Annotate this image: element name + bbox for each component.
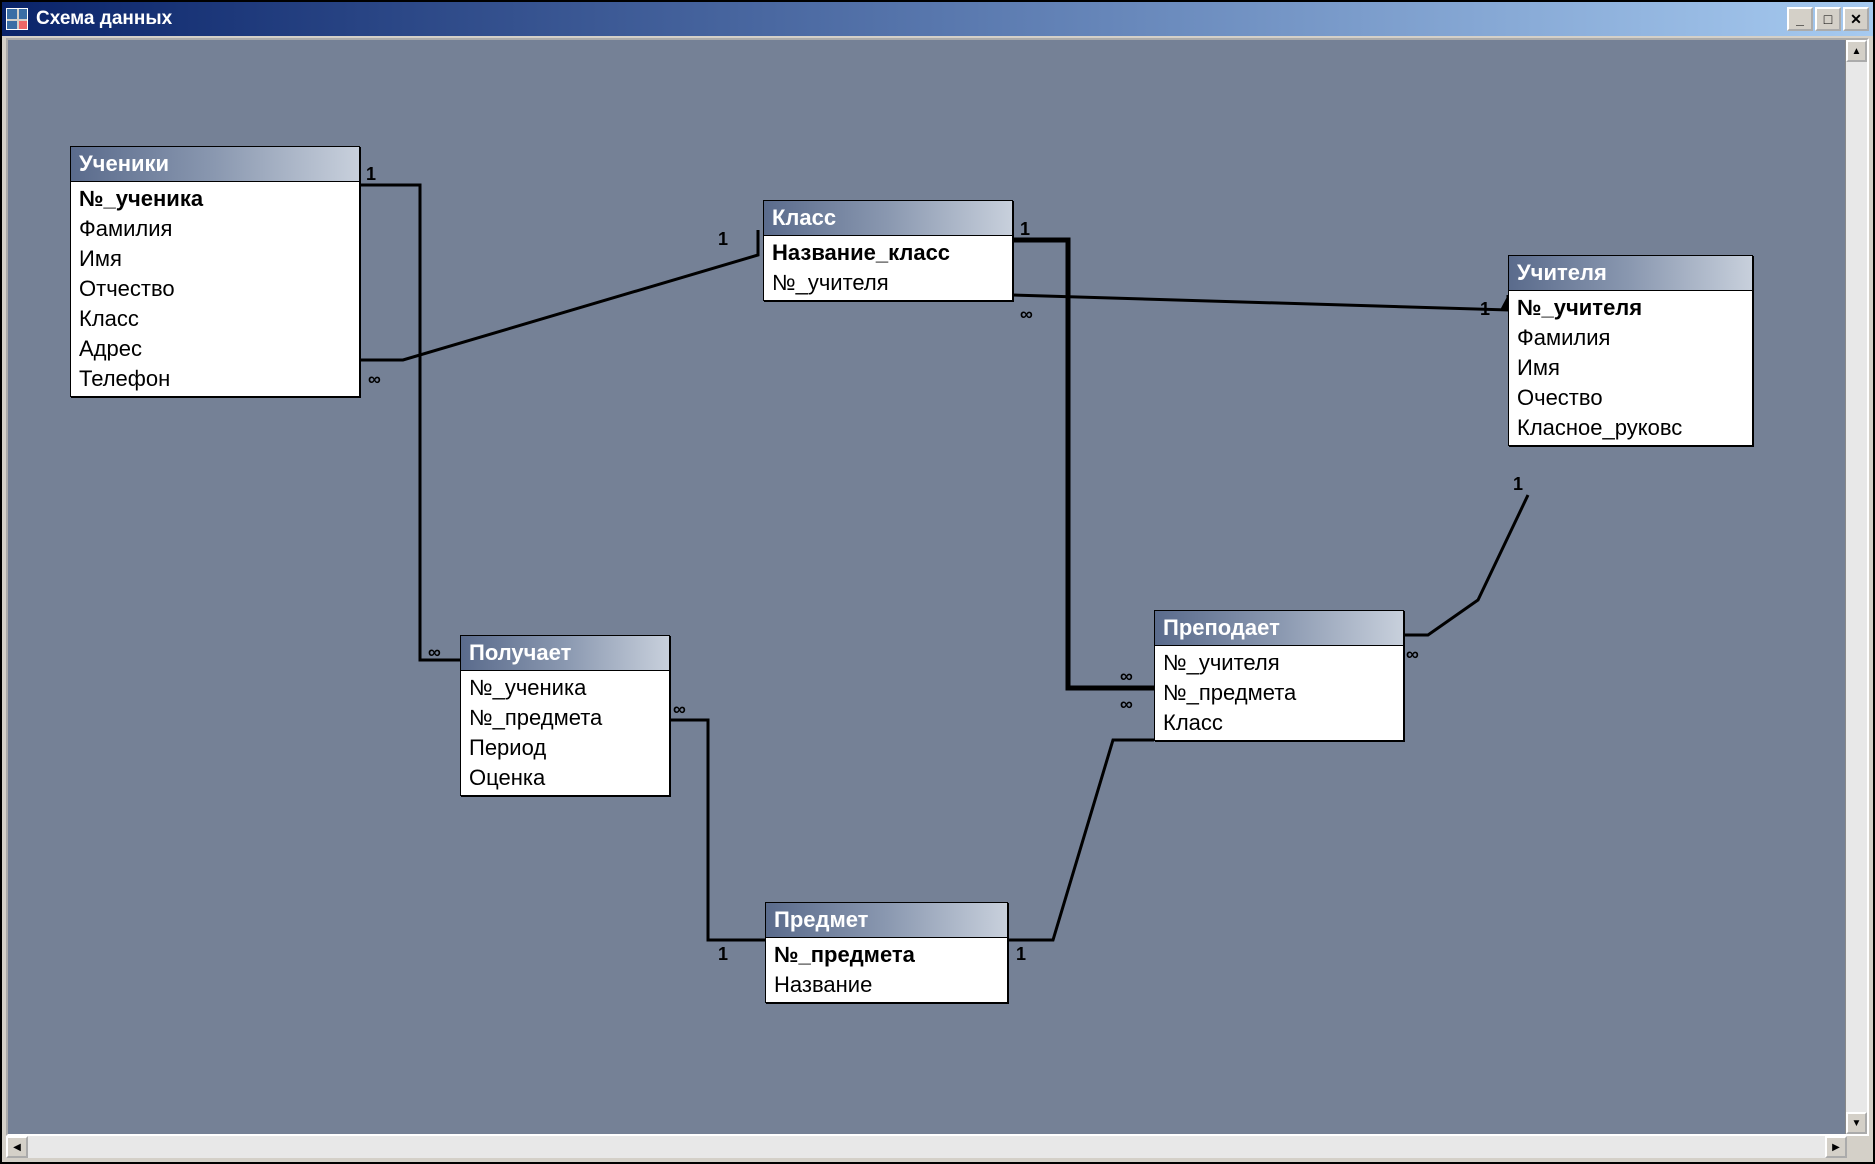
field[interactable]: №_предмета [766, 940, 1007, 970]
svg-text:1: 1 [1016, 944, 1026, 964]
field[interactable]: Название [766, 970, 1007, 1000]
field[interactable]: №_учителя [1155, 648, 1403, 678]
table-title[interactable]: Предмет [766, 903, 1007, 938]
field[interactable]: Имя [71, 244, 359, 274]
field[interactable]: №_учителя [764, 268, 1012, 298]
table-fields: Название_класс №_учителя [764, 236, 1012, 300]
svg-text:1: 1 [1480, 299, 1490, 319]
svg-text:∞: ∞ [1406, 644, 1419, 664]
table-receives[interactable]: Получает №_ученика №_предмета Период Оце… [460, 635, 670, 796]
titlebar[interactable]: Схема данных _ □ ✕ [2, 2, 1873, 36]
scroll-left-icon[interactable]: ◀ [6, 1136, 28, 1158]
scroll-corner [1847, 1136, 1869, 1158]
field[interactable]: Отчество [71, 274, 359, 304]
svg-text:∞: ∞ [1120, 666, 1133, 686]
svg-text:1: 1 [718, 944, 728, 964]
table-students[interactable]: Ученики №_ученика Фамилия Имя Отчество К… [70, 146, 360, 397]
field[interactable]: №_предмета [461, 703, 669, 733]
field[interactable]: Класс [71, 304, 359, 334]
table-title[interactable]: Получает [461, 636, 669, 671]
svg-text:∞: ∞ [368, 369, 381, 389]
scroll-track[interactable] [28, 1136, 1825, 1158]
table-class[interactable]: Класс Название_класс №_учителя [763, 200, 1013, 301]
minimize-button[interactable]: _ [1787, 7, 1813, 31]
horizontal-scrollbar[interactable]: ◀ ▶ [6, 1136, 1869, 1158]
field[interactable]: Период [461, 733, 669, 763]
table-teaches[interactable]: Преподает №_учителя №_предмета Класс [1154, 610, 1404, 741]
table-fields: №_предмета Название [766, 938, 1007, 1002]
vertical-scrollbar[interactable]: ▲ ▼ [1845, 40, 1867, 1134]
svg-text:∞: ∞ [1020, 304, 1033, 324]
svg-text:∞: ∞ [428, 642, 441, 662]
app-icon [6, 8, 28, 30]
table-subject[interactable]: Предмет №_предмета Название [765, 902, 1008, 1003]
close-button[interactable]: ✕ [1843, 7, 1869, 31]
field[interactable]: №_ученика [461, 673, 669, 703]
field[interactable]: Класное_руковс [1509, 413, 1752, 443]
field[interactable]: Класс [1155, 708, 1403, 738]
field[interactable]: Фамилия [1509, 323, 1752, 353]
field[interactable]: №_учителя [1509, 293, 1752, 323]
table-fields: №_ученика №_предмета Период Оценка [461, 671, 669, 795]
scroll-up-icon[interactable]: ▲ [1846, 40, 1867, 62]
maximize-button[interactable]: □ [1815, 7, 1841, 31]
scroll-down-icon[interactable]: ▼ [1846, 1112, 1867, 1134]
diagram-canvas-wrap: 1 ∞ ∞ 1 ∞ 1 1 ∞ ∞ 1 ∞ [6, 38, 1869, 1136]
table-title[interactable]: Класс [764, 201, 1012, 236]
svg-text:1: 1 [1020, 219, 1030, 239]
svg-text:1: 1 [1513, 474, 1523, 494]
field[interactable]: Оценка [461, 763, 669, 793]
svg-text:1: 1 [366, 164, 376, 184]
field[interactable]: Адрес [71, 334, 359, 364]
field[interactable]: Фамилия [71, 214, 359, 244]
scroll-track[interactable] [1846, 62, 1867, 1112]
table-title[interactable]: Преподает [1155, 611, 1403, 646]
diagram-canvas[interactable]: 1 ∞ ∞ 1 ∞ 1 1 ∞ ∞ 1 ∞ [8, 40, 1867, 1134]
svg-text:1: 1 [718, 229, 728, 249]
table-fields: №_учителя Фамилия Имя Очество Класное_ру… [1509, 291, 1752, 445]
window-controls: _ □ ✕ [1787, 7, 1869, 31]
field[interactable]: №_ученика [71, 184, 359, 214]
window-title: Схема данных [36, 8, 172, 30]
table-fields: №_ученика Фамилия Имя Отчество Класс Адр… [71, 182, 359, 396]
table-title[interactable]: Ученики [71, 147, 359, 182]
relationship-window: Схема данных _ □ ✕ 1 ∞ ∞ 1 ∞ 1 [0, 0, 1875, 1164]
scroll-right-icon[interactable]: ▶ [1825, 1136, 1847, 1158]
field[interactable]: Название_класс [764, 238, 1012, 268]
field[interactable]: Телефон [71, 364, 359, 394]
field[interactable]: Очество [1509, 383, 1752, 413]
field[interactable]: №_предмета [1155, 678, 1403, 708]
table-teachers[interactable]: Учителя №_учителя Фамилия Имя Очество Кл… [1508, 255, 1753, 446]
svg-text:∞: ∞ [673, 699, 686, 719]
svg-text:∞: ∞ [1120, 694, 1133, 714]
field[interactable]: Имя [1509, 353, 1752, 383]
table-title[interactable]: Учителя [1509, 256, 1752, 291]
table-fields: №_учителя №_предмета Класс [1155, 646, 1403, 740]
